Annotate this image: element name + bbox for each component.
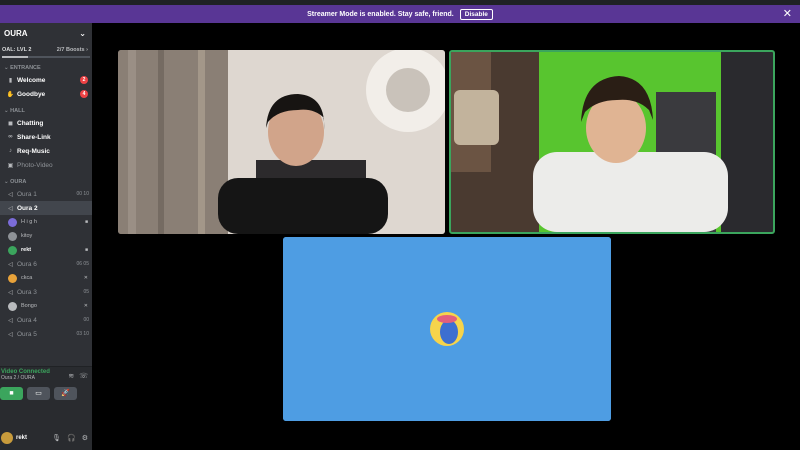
disconnect-icon[interactable]: ☏ bbox=[79, 372, 88, 380]
voice-channel-oura-2[interactable]: ◁ Oura 2 bbox=[0, 201, 92, 215]
speaker-icon: ◁ bbox=[8, 191, 13, 198]
voice-user[interactable]: Bongo ✕ bbox=[0, 299, 92, 313]
voice-channel-oura-6[interactable]: ◁ Oura 6 06 05 bbox=[0, 257, 92, 271]
server-header[interactable]: OURA ⌄ bbox=[0, 23, 92, 43]
banner-text: Streamer Mode is enabled. Stay safe, fri… bbox=[307, 10, 454, 18]
username: rekt bbox=[16, 435, 28, 441]
speaker-icon: ◁ bbox=[8, 261, 13, 268]
channel-user-limit: 06 05 bbox=[76, 261, 89, 267]
server-name: OURA bbox=[4, 28, 28, 38]
headphones-icon[interactable]: 🎧 bbox=[67, 434, 76, 442]
mention-badge: 4 bbox=[80, 90, 88, 98]
avatar-placeholder bbox=[283, 237, 611, 421]
channel-icon: ▮ bbox=[8, 77, 13, 84]
video-tile-participant-2[interactable] bbox=[449, 50, 775, 234]
disable-streamer-button[interactable]: Disable bbox=[459, 8, 493, 20]
video-grid bbox=[92, 23, 800, 450]
speaker-icon: ◁ bbox=[8, 289, 13, 296]
speaker-icon: ◁ bbox=[8, 317, 13, 324]
screen-share-button[interactable]: ▭ bbox=[27, 387, 50, 400]
webcam-feed bbox=[118, 50, 445, 234]
boost-count: 2/7 Boosts › bbox=[56, 47, 88, 53]
channel-user-limit: 03 10 bbox=[76, 331, 89, 337]
voice-user[interactable]: ckca ✕ bbox=[0, 271, 92, 285]
voice-user[interactable]: rekt ■ bbox=[0, 243, 92, 257]
noise-suppression-icon[interactable]: ≋ bbox=[68, 372, 74, 380]
voice-user[interactable]: H i g h ■ bbox=[0, 215, 92, 229]
category-oura[interactable]: ⌄ OURA bbox=[0, 179, 92, 187]
avatar bbox=[8, 231, 17, 241]
voice-channel-oura-3[interactable]: ◁ Oura 3 05 bbox=[0, 285, 92, 299]
channel-share-link[interactable]: ∞ Share-Link bbox=[0, 130, 92, 144]
channel-user-limit: 00 10 bbox=[76, 191, 89, 197]
voice-channel-oura-4[interactable]: ◁ Oura 4 00 bbox=[0, 313, 92, 327]
avatar bbox=[8, 217, 17, 227]
mention-badge: 2 bbox=[80, 76, 88, 84]
boost-goal[interactable]: OAL: LVL 2 2/7 Boosts › bbox=[0, 43, 92, 53]
boost-goal-label: OAL: LVL 2 bbox=[2, 47, 32, 53]
boost-progress-bar bbox=[2, 56, 90, 58]
video-button[interactable]: ■ bbox=[0, 387, 23, 400]
mic-muted-icon: ✕ bbox=[83, 275, 88, 281]
webcam-feed bbox=[451, 52, 773, 232]
video-icon: ■ bbox=[84, 247, 88, 253]
channel-photo-video[interactable]: ▣ Photo-Video bbox=[0, 158, 92, 172]
voice-connection-panel: Video Connected Oura 2 / OURA ≋ ☏ ■ ▭ 🚀 bbox=[0, 366, 92, 426]
chevron-down-icon: ⌄ bbox=[79, 28, 86, 38]
category-hall[interactable]: ⌄ HALL bbox=[0, 108, 92, 116]
voice-channel-oura-1[interactable]: ◁ Oura 1 00 10 bbox=[0, 187, 92, 201]
streamer-mode-banner: Streamer Mode is enabled. Stay safe, fri… bbox=[0, 5, 800, 23]
avatar bbox=[8, 273, 17, 283]
voice-channel-oura-5[interactable]: ◁ Oura 5 03 10 bbox=[0, 327, 92, 341]
channel-welcome[interactable]: ▮ Welcome 2 bbox=[0, 73, 92, 87]
avatar bbox=[8, 301, 17, 311]
channel-user-limit: 00 bbox=[83, 317, 89, 323]
microphone-icon[interactable]: 🎙 bbox=[52, 434, 61, 442]
speaker-icon: ◁ bbox=[8, 205, 13, 212]
voice-user[interactable]: kitoy bbox=[0, 229, 92, 243]
channel-chatting[interactable]: ◼ Chatting bbox=[0, 116, 92, 130]
close-icon[interactable]: ✕ bbox=[783, 7, 792, 20]
video-icon: ■ bbox=[84, 219, 88, 225]
channel-user-limit: 05 bbox=[83, 289, 89, 295]
chat-icon: ◼ bbox=[8, 120, 13, 127]
gear-icon[interactable]: ⚙ bbox=[82, 434, 88, 442]
user-panel: rekt 🎙 🎧 ⚙ bbox=[0, 426, 92, 450]
activity-button[interactable]: 🚀 bbox=[54, 387, 77, 400]
headphones-muted-icon: ✕ bbox=[83, 303, 88, 309]
link-icon: ∞ bbox=[8, 134, 13, 140]
video-tile-participant-3[interactable] bbox=[283, 237, 611, 421]
music-icon: ♪ bbox=[9, 148, 12, 154]
avatar[interactable] bbox=[1, 432, 13, 444]
camera-icon: ▣ bbox=[7, 162, 14, 169]
video-tile-participant-1[interactable] bbox=[118, 50, 445, 234]
category-entrance[interactable]: ⌄ ENTRANCE bbox=[0, 65, 92, 73]
avatar bbox=[8, 245, 17, 255]
speaker-icon: ◁ bbox=[8, 331, 13, 338]
channel-req-music[interactable]: ♪ Req-Music bbox=[0, 144, 92, 158]
boost-progress-fill bbox=[2, 56, 28, 58]
channel-goodbye[interactable]: ✋ Goodbye 4 bbox=[0, 87, 92, 101]
wave-icon: ✋ bbox=[6, 91, 15, 98]
